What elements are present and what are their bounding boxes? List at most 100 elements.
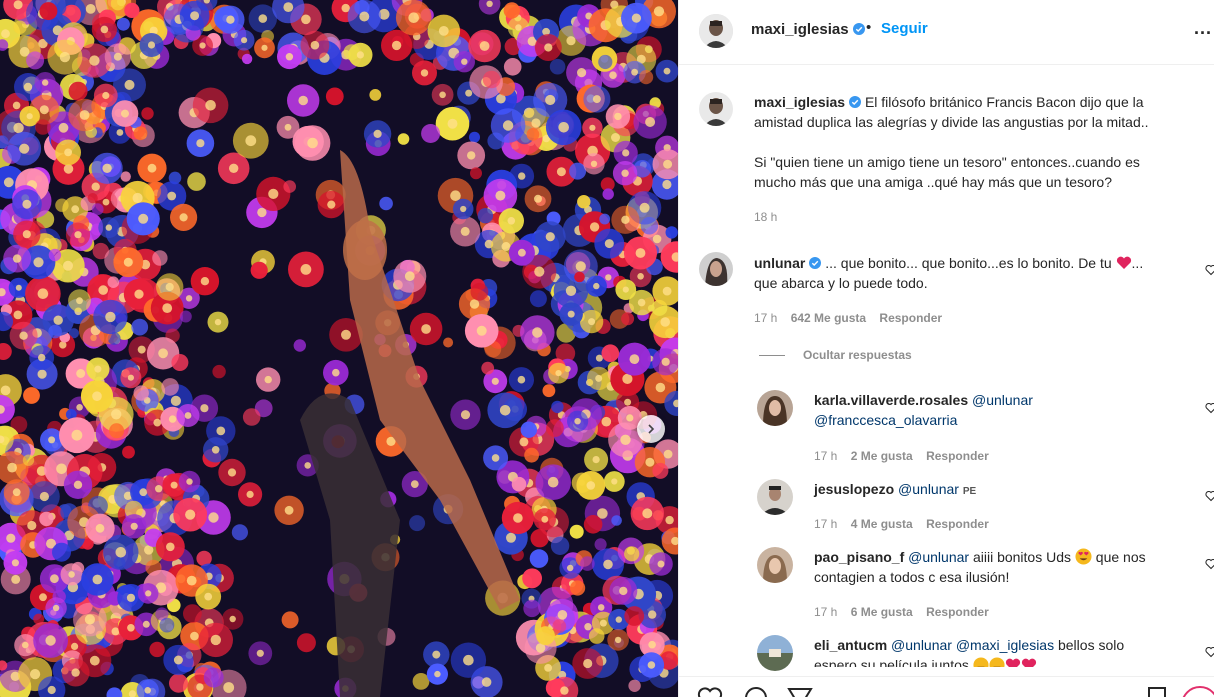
flower-center (121, 109, 129, 118)
flower-center (261, 44, 268, 51)
caption-avatar[interactable] (699, 92, 733, 126)
reply-reply-button[interactable]: Responder (926, 605, 989, 619)
caption-time[interactable]: 18 h (754, 210, 777, 224)
flower-center (127, 374, 134, 381)
flower-center (170, 395, 181, 406)
flower-center (577, 68, 587, 78)
flower-petal (577, 195, 591, 209)
heart-eyes-emoji-icon (989, 657, 1005, 667)
reply-time[interactable]: 17 h (814, 449, 837, 463)
next-photo-button[interactable] (637, 415, 665, 443)
flower-center (74, 231, 82, 239)
flower-center (408, 12, 420, 23)
avatar[interactable] (699, 14, 733, 48)
more-options-button[interactable]: ... (1194, 18, 1212, 39)
reply-mention[interactable]: @unlunar (891, 637, 952, 653)
flower-center (105, 224, 113, 231)
flower-center (421, 324, 431, 334)
replies-divider-line (759, 355, 785, 356)
flower-petal (481, 361, 495, 375)
flower-petal (594, 538, 607, 551)
reply-avatar[interactable] (757, 635, 793, 671)
flower-center (115, 547, 127, 558)
reply-like-heart-icon[interactable] (1205, 402, 1214, 414)
flower-center (420, 69, 429, 77)
flower-petal (529, 290, 547, 308)
flower-petal (107, 276, 120, 289)
flower-center (6, 533, 16, 543)
flower-center (341, 329, 351, 340)
reply-mention[interactable]: @unlunar (972, 392, 1033, 408)
bookmark-icon[interactable] (1146, 686, 1168, 697)
flower-center (662, 286, 672, 296)
reply-username[interactable]: eli_antucm (814, 637, 887, 653)
flower-petal (552, 619, 567, 634)
flower-center (264, 375, 272, 384)
reply-likes[interactable]: 4 Me gusta (851, 517, 913, 531)
reply-reply-button[interactable]: Responder (926, 449, 989, 463)
post-header: maxi_iglesias • Seguir ... (679, 0, 1214, 65)
flower-center (76, 404, 83, 411)
flower-center (310, 40, 320, 50)
comment-likes[interactable]: 642 Me gusta (791, 311, 866, 325)
flower-center (94, 365, 102, 373)
reply-avatar[interactable] (757, 479, 793, 515)
comment-icon[interactable] (743, 686, 769, 697)
comment-reply-button[interactable]: Responder (879, 311, 942, 325)
flower-center (246, 490, 254, 498)
reply-like-heart-icon[interactable] (1205, 558, 1214, 570)
reply-meta: 17 h 2 Me gusta Responder (814, 449, 989, 463)
caption-username[interactable]: maxi_iglesias (754, 94, 845, 110)
flower-center (648, 610, 657, 619)
reply-time[interactable]: 17 h (814, 605, 837, 619)
reply-avatar[interactable] (757, 390, 793, 426)
flower-petal (231, 524, 248, 541)
comment-like-heart-icon[interactable] (1205, 264, 1214, 276)
flower-center (19, 331, 28, 340)
flower-petal (477, 208, 494, 224)
reply-username[interactable]: pao_pisano_f (814, 549, 904, 565)
comment-avatar[interactable] (699, 252, 733, 286)
reply-avatar[interactable] (757, 547, 793, 583)
flower-center (144, 687, 151, 694)
reply-username[interactable]: karla.villaverde.rosales (814, 392, 968, 408)
reply-like-heart-icon[interactable] (1205, 490, 1214, 502)
flower-center (469, 299, 480, 309)
reply-likes[interactable]: 6 Me gusta (851, 605, 913, 619)
verified-badge-icon (852, 23, 865, 35)
follow-button[interactable]: Seguir (881, 20, 928, 37)
reply-mention[interactable]: @unlunar (898, 481, 959, 497)
flower-center (590, 160, 598, 167)
comment-time[interactable]: 17 h (754, 311, 777, 325)
reply-mention[interactable]: @franccesca_olavarria (814, 412, 957, 428)
reply-mention[interactable]: @unlunar (908, 549, 969, 565)
flower-petal (26, 51, 45, 70)
flower-petal (283, 180, 297, 193)
flower-center (566, 36, 576, 46)
flower-center (226, 15, 235, 24)
heart-icon[interactable] (697, 686, 723, 697)
reply-text: pao_pisano_f @unlunar aiiii bonitos Uds … (814, 547, 1204, 587)
flower-petal (601, 344, 620, 363)
reply-time[interactable]: 17 h (814, 517, 837, 531)
flower-petal (39, 2, 58, 21)
reply-likes[interactable]: 2 Me gusta (851, 449, 913, 463)
hide-replies-button[interactable]: Ocultar respuestas (803, 348, 912, 362)
flower-petal (639, 70, 654, 85)
flower-center (241, 37, 248, 44)
flower-petal (529, 549, 549, 568)
reply-like-heart-icon[interactable] (1205, 646, 1214, 658)
comment-username[interactable]: unlunar (754, 255, 805, 271)
flower-petal (293, 339, 306, 352)
post-author-username[interactable]: maxi_iglesias (751, 21, 865, 38)
flower-center (359, 11, 370, 22)
flower-center (465, 89, 473, 97)
flower-center (544, 43, 553, 52)
flower-center (631, 68, 638, 76)
reply-mention[interactable]: @maxi_iglesias (956, 637, 1054, 653)
flower-center (71, 205, 80, 214)
paper-plane-icon[interactable] (787, 686, 813, 697)
reply-reply-button[interactable]: Responder (926, 517, 989, 531)
flower-petal (242, 408, 261, 426)
reply-username[interactable]: jesuslopezo (814, 481, 894, 497)
